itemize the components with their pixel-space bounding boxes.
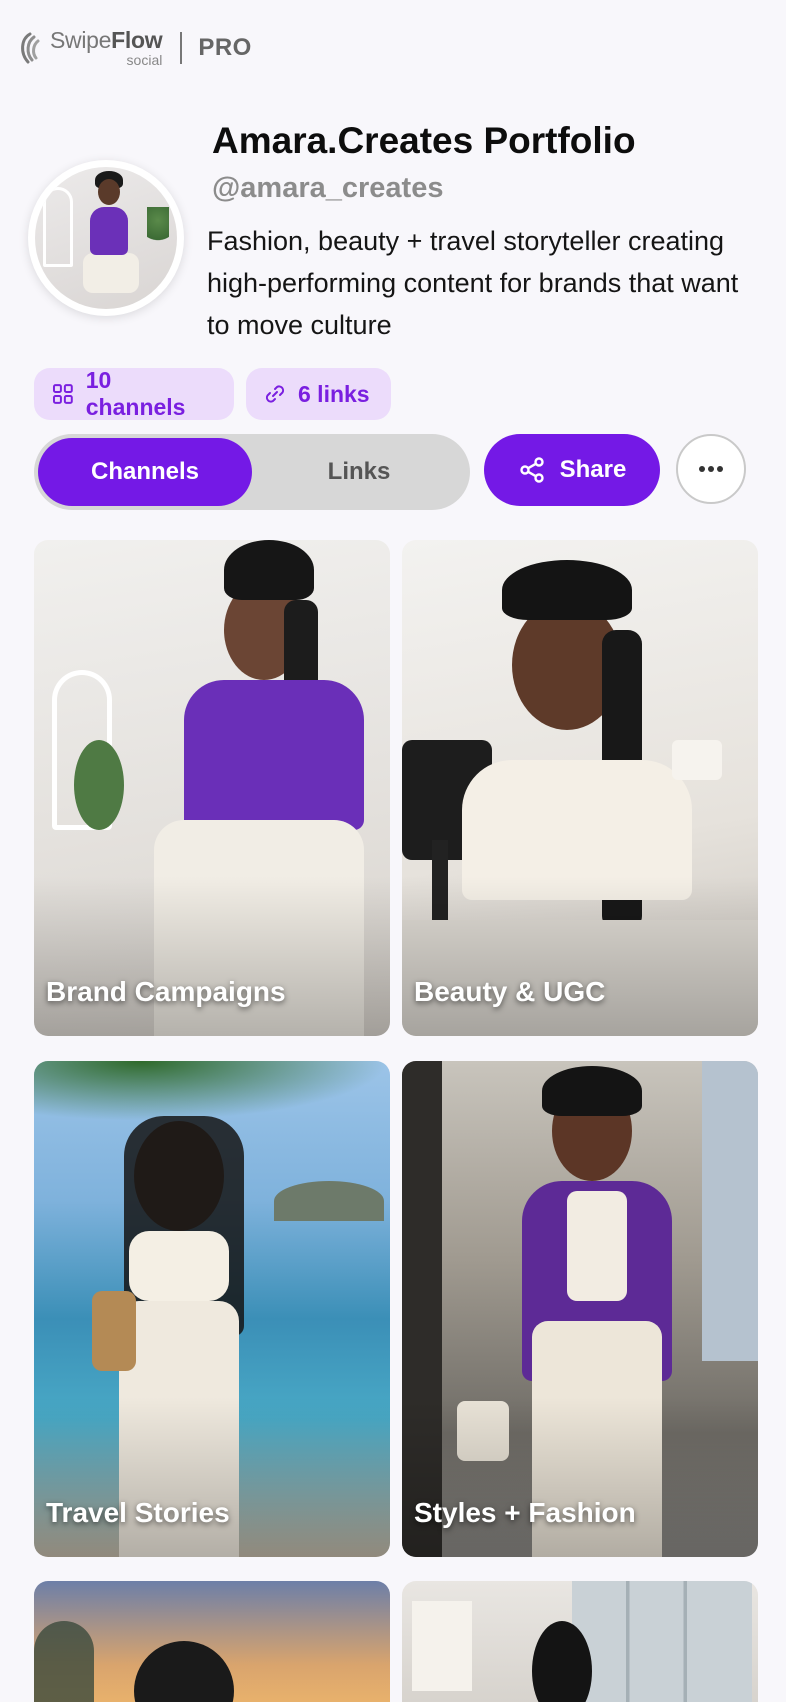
logo-word-light: Swipe bbox=[50, 27, 112, 53]
more-options-button[interactable] bbox=[676, 434, 746, 504]
card-image bbox=[402, 1581, 758, 1702]
card-label: Styles + Fashion bbox=[414, 1497, 636, 1528]
view-toggle: Channels Links bbox=[34, 434, 470, 510]
profile-bio: Fashion, beauty + travel storyteller cre… bbox=[207, 226, 739, 340]
profile-handle: @amara_creates bbox=[212, 172, 444, 204]
logo-divider bbox=[180, 32, 183, 64]
logo-word-bold: Flow bbox=[111, 27, 163, 53]
channel-card-brand-campaigns[interactable]: Brand Campaigns bbox=[34, 540, 390, 1036]
links-count-pill[interactable]: 6 links bbox=[246, 368, 391, 420]
channels-count-label: 10 channels bbox=[85, 367, 186, 420]
channel-card[interactable] bbox=[402, 1581, 758, 1702]
share-icon bbox=[519, 457, 544, 483]
tab-links[interactable]: Links bbox=[252, 438, 466, 506]
swipeflow-logo[interactable]: SwipeFlow social bbox=[16, 27, 163, 68]
channel-card[interactable] bbox=[34, 1581, 390, 1702]
channel-card-travel-stories[interactable]: Travel Stories bbox=[34, 1061, 390, 1557]
channel-card-styles-fashion[interactable]: Styles + Fashion bbox=[402, 1061, 758, 1557]
logo-subtitle: social bbox=[126, 52, 163, 68]
profile-title: Amara.Creates Portfolio bbox=[212, 120, 636, 161]
links-count-label: 6 links bbox=[298, 380, 370, 407]
more-horizontal-icon bbox=[699, 466, 723, 472]
profile-avatar[interactable] bbox=[28, 160, 184, 316]
card-label: Beauty & UGC bbox=[414, 976, 606, 1007]
avatar-photo bbox=[35, 167, 177, 309]
pro-badge: PRO bbox=[198, 34, 252, 61]
app-header: SwipeFlow social PRO bbox=[16, 26, 252, 70]
card-label: Brand Campaigns bbox=[46, 976, 286, 1007]
share-button[interactable]: Share bbox=[484, 434, 660, 506]
card-label: Travel Stories bbox=[46, 1497, 230, 1528]
link-icon bbox=[265, 385, 285, 403]
channels-count-pill[interactable]: 10 channels bbox=[34, 367, 234, 420]
grid-icon bbox=[52, 384, 73, 404]
logo-mark-icon bbox=[21, 32, 40, 64]
channel-card-beauty-ugc[interactable]: Beauty & UGC bbox=[402, 540, 758, 1036]
share-label: Share bbox=[559, 456, 627, 483]
card-image bbox=[34, 1581, 390, 1702]
logo-wordmark: SwipeFlow bbox=[50, 27, 163, 53]
tab-channels[interactable]: Channels bbox=[38, 438, 252, 506]
